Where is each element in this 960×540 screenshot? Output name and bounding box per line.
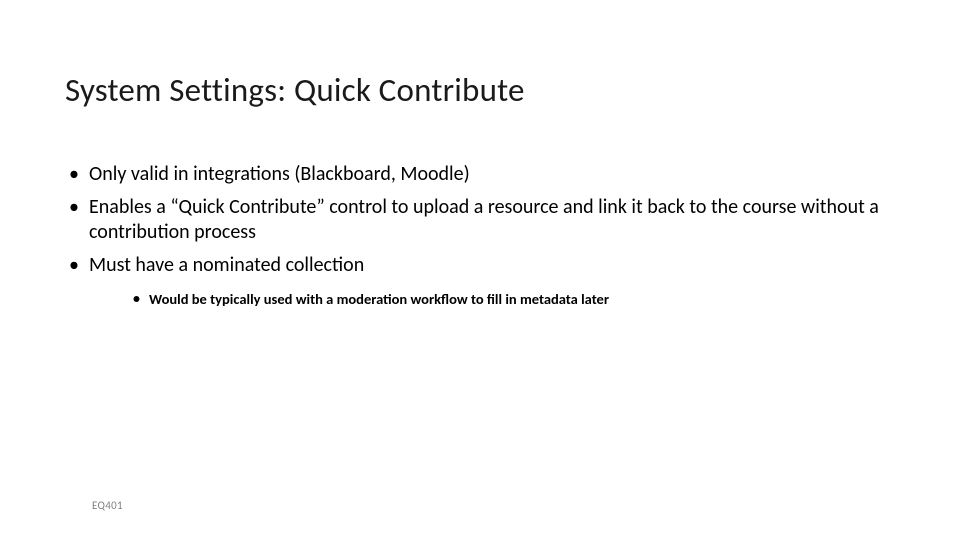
bullet-item: Must have a nominated collection Would b…	[65, 253, 895, 309]
sub-bullet-list: Would be typically used with a moderatio…	[89, 290, 895, 309]
sub-bullet-item: Would be typically used with a moderatio…	[129, 290, 895, 309]
slide-footer: EQ401	[92, 499, 123, 512]
bullet-item: Only valid in integrations (Blackboard, …	[65, 162, 895, 187]
slide-title: System Settings: Quick Contribute	[65, 70, 895, 110]
bullet-text: Must have a nominated collection	[89, 253, 364, 277]
slide-content: System Settings: Quick Contribute Only v…	[0, 0, 960, 309]
bullet-list: Only valid in integrations (Blackboard, …	[65, 162, 895, 309]
bullet-item: Enables a “Quick Contribute” control to …	[65, 195, 895, 245]
